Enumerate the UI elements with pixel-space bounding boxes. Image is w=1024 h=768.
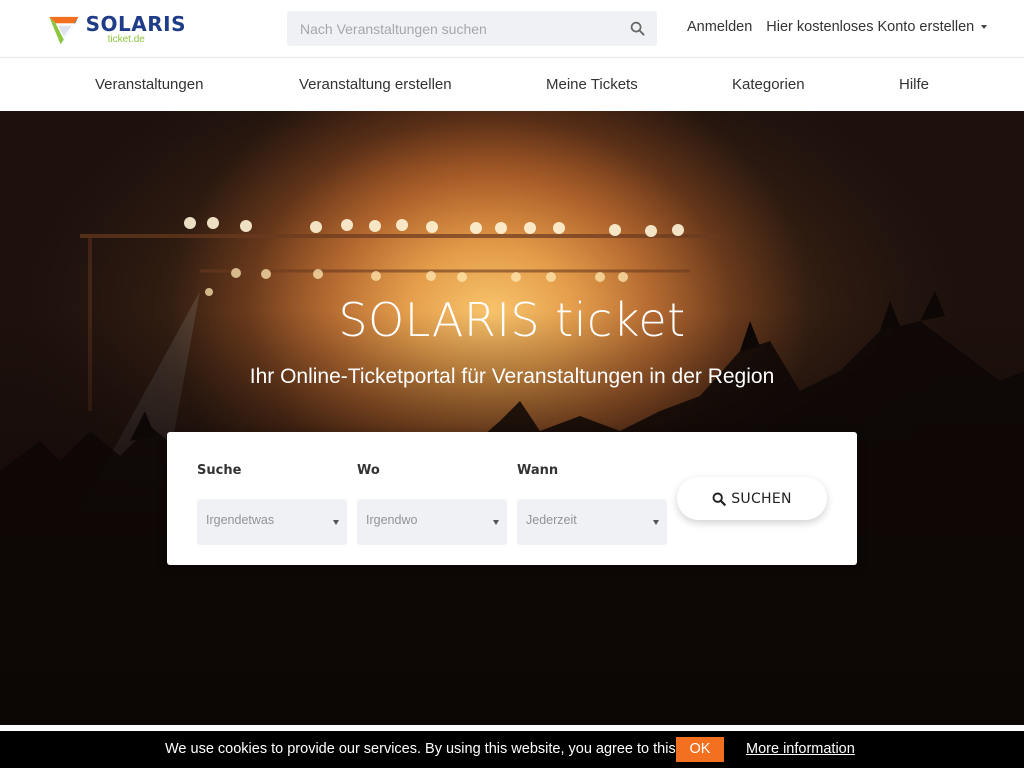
nav-item-meine-tickets[interactable]: Meine Tickets: [546, 76, 638, 93]
search-icon[interactable]: [630, 21, 645, 36]
search-submit-button[interactable]: SUCHEN: [677, 477, 827, 520]
search-field-when: Wann Jederzeit: [517, 463, 667, 545]
logo-mark-icon: [49, 16, 79, 45]
search-field-when-label: Wann: [517, 463, 559, 478]
search-submit-label: SUCHEN: [731, 490, 792, 507]
logo-subtitle: ticket.de: [107, 33, 145, 45]
cookie-more-info-link[interactable]: More information: [746, 741, 855, 757]
header-search-input[interactable]: [287, 11, 607, 46]
nav-item-veranstaltung-erstellen[interactable]: Veranstaltung erstellen: [299, 76, 452, 93]
login-link[interactable]: Anmelden: [687, 19, 752, 35]
search-field-what-label: Suche: [197, 463, 242, 478]
event-search-form: Suche Irgendetwas Wo Irgendwo Wann Jeder…: [167, 432, 857, 565]
search-field-what: Suche Irgendetwas: [197, 463, 347, 545]
chevron-down-icon: [653, 520, 659, 525]
logo-title: SOLARIS: [85, 11, 186, 36]
hero-subtitle: Ihr Online-Ticketportal für Veranstaltun…: [249, 365, 775, 388]
search-select-when-value: Jederzeit: [526, 513, 577, 527]
user-links: Anmelden Hier kostenloses Konto erstelle…: [687, 19, 988, 35]
search-select-when[interactable]: Jederzeit: [517, 499, 667, 545]
cookie-ok-button[interactable]: OK: [676, 737, 724, 762]
cookie-message: We use cookies to provide our services. …: [165, 741, 680, 757]
hero-background-image: [0, 111, 1024, 725]
register-link[interactable]: Hier kostenloses Konto erstellen: [766, 19, 988, 35]
nav-item-kategorien[interactable]: Kategorien: [732, 76, 805, 93]
chevron-down-icon: [981, 25, 988, 30]
header: SOLARIS ticket.de Anmelden Hier kostenlo…: [0, 0, 1024, 58]
search-select-where-value: Irgendwo: [366, 513, 418, 527]
header-search: [287, 11, 657, 46]
hero-title: SOLARIS ticket: [338, 293, 686, 347]
search-field-where-label: Wo: [357, 463, 380, 478]
hero: SOLARIS ticket Ihr Online-Ticketportal f…: [0, 111, 1024, 725]
main-nav: Veranstaltungen Veranstaltung erstellen …: [0, 58, 1024, 111]
search-icon: [712, 492, 727, 506]
search-field-where: Wo Irgendwo: [357, 463, 507, 545]
search-select-what-value: Irgendetwas: [206, 513, 275, 527]
logo[interactable]: SOLARIS ticket.de: [46, 8, 186, 50]
cookie-bar: We use cookies to provide our services. …: [0, 731, 1024, 768]
search-select-where[interactable]: Irgendwo: [357, 499, 507, 545]
nav-item-veranstaltungen[interactable]: Veranstaltungen: [95, 76, 203, 93]
nav-item-hilfe[interactable]: Hilfe: [899, 76, 929, 93]
chevron-down-icon: [493, 520, 499, 525]
search-select-what[interactable]: Irgendetwas: [197, 499, 347, 545]
chevron-down-icon: [333, 520, 339, 525]
register-label: Hier kostenloses Konto erstellen: [766, 19, 975, 35]
